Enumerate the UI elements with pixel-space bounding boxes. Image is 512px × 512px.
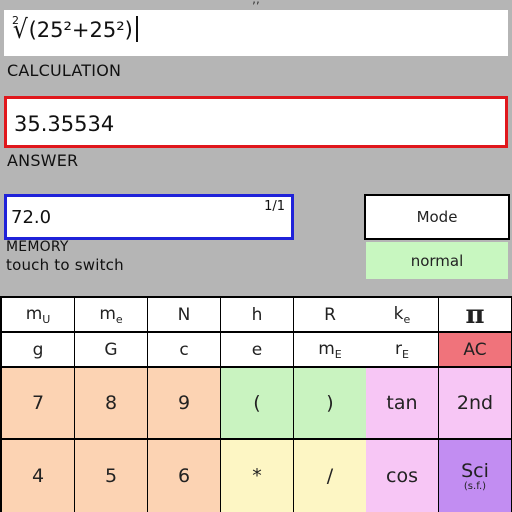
memory-value: 72.0: [11, 207, 52, 228]
answer-value: 35.35534: [14, 112, 115, 136]
key-sublabel: (s.f.): [463, 481, 487, 492]
key-label-main: r: [395, 338, 403, 359]
key-label-main: m: [99, 303, 116, 324]
key-7[interactable]: 7: [2, 368, 74, 438]
key-label-main: m: [318, 338, 335, 359]
text-cursor: [135, 16, 138, 42]
key-e[interactable]: e: [221, 333, 293, 366]
key-sci[interactable]: Sci (s.f.): [439, 440, 511, 512]
key-label-sub: E: [402, 347, 409, 361]
key-second[interactable]: 2nd: [439, 368, 511, 438]
key-label: me: [99, 304, 122, 326]
key-6[interactable]: 6: [148, 440, 220, 512]
key-m-earth[interactable]: mE: [294, 333, 366, 366]
key-label-main: k: [393, 303, 404, 324]
key-label: 5: [104, 465, 118, 487]
calculation-expression: 2 √ (25²+25²): [12, 14, 138, 45]
root-symbol: 2 √: [12, 14, 29, 45]
key-label: 7: [31, 392, 45, 414]
key-multiply[interactable]: *: [221, 440, 293, 512]
key-label: 6: [177, 465, 191, 487]
key-mu[interactable]: mU: [2, 298, 74, 331]
key-label: mU: [26, 304, 51, 326]
key-c[interactable]: c: [148, 333, 220, 366]
key-open-paren[interactable]: (: [221, 368, 293, 438]
key-ke[interactable]: ke: [366, 298, 438, 331]
key-4[interactable]: 4: [2, 440, 74, 512]
key-label: e: [252, 340, 262, 360]
key-label: rE: [395, 339, 409, 361]
answer-label: ANSWER: [7, 151, 79, 170]
key-n[interactable]: N: [148, 298, 220, 331]
key-tan[interactable]: tan: [366, 368, 438, 438]
key-label: 2nd: [456, 392, 494, 414]
key-label-main: N: [177, 304, 191, 325]
key-cos[interactable]: cos: [366, 440, 438, 512]
answer-display[interactable]: 35.35534: [4, 96, 508, 148]
key-label: tan: [386, 392, 418, 414]
key-label: /: [326, 465, 334, 487]
expression-text: (25²+25²): [28, 18, 133, 42]
key-pi[interactable]: π: [439, 298, 511, 331]
key-close-paren[interactable]: ): [294, 368, 366, 438]
key-label: G: [104, 340, 117, 360]
key-label: AC: [463, 340, 486, 360]
memory-display[interactable]: 72.0 1/1: [4, 194, 294, 240]
key-label: Sci: [461, 460, 489, 482]
key-label-sub: E: [334, 347, 342, 361]
memory-index: 1/1: [264, 199, 285, 214]
key-r[interactable]: R: [294, 298, 366, 331]
key-label: c: [179, 340, 188, 360]
key-label: g: [33, 340, 44, 360]
key-h[interactable]: h: [221, 298, 293, 331]
key-label-sub: e: [115, 312, 123, 326]
keypad: mU me Nh Rke π g Gc e mE rE AC 7 8 9() tan 2nd 4 5 6 * / cos S…: [0, 296, 512, 512]
key-label: R: [324, 305, 336, 325]
key-ac[interactable]: AC: [439, 333, 511, 366]
key-label: mE: [318, 339, 342, 361]
key-label: ): [326, 392, 334, 414]
key-label-main: G: [104, 339, 118, 360]
memory-hint: touch to switch: [6, 256, 124, 274]
key-5[interactable]: 5: [75, 440, 147, 512]
key-big-g[interactable]: G: [75, 333, 147, 366]
key-label-main: m: [25, 303, 43, 324]
key-label: 9: [177, 392, 191, 414]
key-label: h: [252, 305, 263, 325]
key-label-main: h: [251, 304, 263, 325]
key-label-main: g: [32, 339, 44, 360]
key-label: ke: [394, 304, 411, 326]
key-label: (: [253, 392, 261, 414]
status-cutoff: ,,: [0, 0, 512, 6]
key-label-main: c: [179, 339, 189, 360]
key-label-main: R: [324, 304, 336, 325]
key-9[interactable]: 9: [148, 368, 220, 438]
key-label: 4: [31, 465, 45, 487]
key-me[interactable]: me: [75, 298, 147, 331]
calculation-input[interactable]: 2 √ (25²+25²): [4, 10, 508, 56]
root-sign-icon: √: [12, 15, 28, 45]
key-label-main: π: [465, 299, 485, 330]
key-label: π: [465, 300, 484, 330]
key-label: *: [252, 465, 262, 487]
calculator-app: ,, 2 √ (25²+25²) CALCULATION 35.35534 AN…: [0, 0, 512, 512]
calculation-label: CALCULATION: [7, 61, 122, 80]
key-label: 8: [104, 392, 118, 414]
key-r-earth[interactable]: rE: [366, 333, 438, 366]
key-label-sub: U: [42, 312, 51, 326]
key-label-main: AC: [463, 339, 487, 360]
mode-value-button[interactable]: normal: [366, 242, 508, 279]
memory-label: MEMORY: [6, 239, 69, 255]
key-label: N: [178, 305, 191, 325]
key-g[interactable]: g: [2, 333, 74, 366]
key-label-sub: e: [403, 312, 411, 326]
key-label-main: e: [251, 339, 263, 360]
key-label: cos: [386, 465, 418, 487]
key-divide[interactable]: /: [294, 440, 366, 512]
display-panel: ,, 2 √ (25²+25²) CALCULATION 35.35534 AN…: [0, 0, 512, 296]
key-8[interactable]: 8: [75, 368, 147, 438]
mode-button[interactable]: Mode: [364, 194, 510, 240]
